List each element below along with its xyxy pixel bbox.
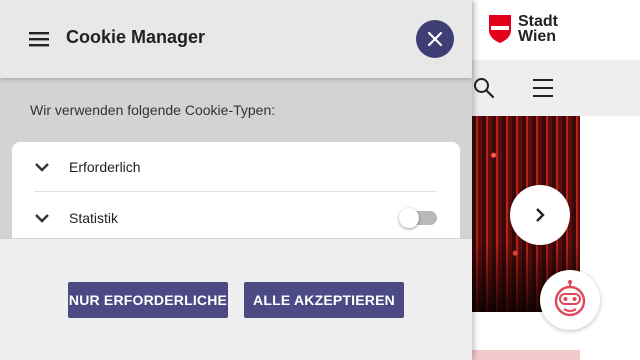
close-icon (427, 31, 443, 47)
hamburger-icon (29, 32, 49, 47)
toggle-knob (399, 208, 419, 228)
category-row-erforderlich[interactable]: Erforderlich (34, 142, 437, 192)
search-icon[interactable] (472, 76, 496, 100)
necessary-only-button[interactable]: NUR ERFORDERLICHE (68, 282, 228, 318)
stadt-wien-logo[interactable]: Stadt Wien (488, 13, 558, 45)
carousel-next-button[interactable] (510, 185, 570, 245)
logo-line-1: Stadt (518, 13, 558, 30)
chevron-down-icon (35, 162, 49, 172)
accept-all-button[interactable]: ALLE AKZEPTIEREN (244, 282, 404, 318)
cookie-manager-panel: Cookie Manager Wir verwenden folgende Co… (0, 0, 472, 360)
content-strip (472, 350, 580, 360)
category-label: Erforderlich (69, 158, 141, 175)
menu-icon[interactable] (531, 76, 555, 100)
category-label: Statistik (69, 210, 119, 226)
logo-line-2: Wien (518, 28, 557, 45)
chatbot-button[interactable] (540, 270, 600, 330)
vienna-shield-icon (489, 15, 511, 43)
robot-icon (554, 280, 586, 317)
category-row-statistik[interactable]: Statistik (34, 193, 437, 243)
chevron-down-icon (35, 214, 49, 223)
cookie-manager-footer: NUR ERFORDERLICHE ALLE AKZEPTIEREN (0, 238, 472, 360)
cookie-intro-text: Wir verwenden folgende Cookie-Typen: (30, 102, 276, 118)
cookie-manager-header: Cookie Manager (0, 0, 472, 78)
chevron-right-icon (536, 208, 545, 222)
cookie-manager-title: Cookie Manager (66, 27, 206, 47)
statistik-toggle[interactable] (399, 208, 437, 228)
close-button[interactable] (416, 20, 454, 58)
